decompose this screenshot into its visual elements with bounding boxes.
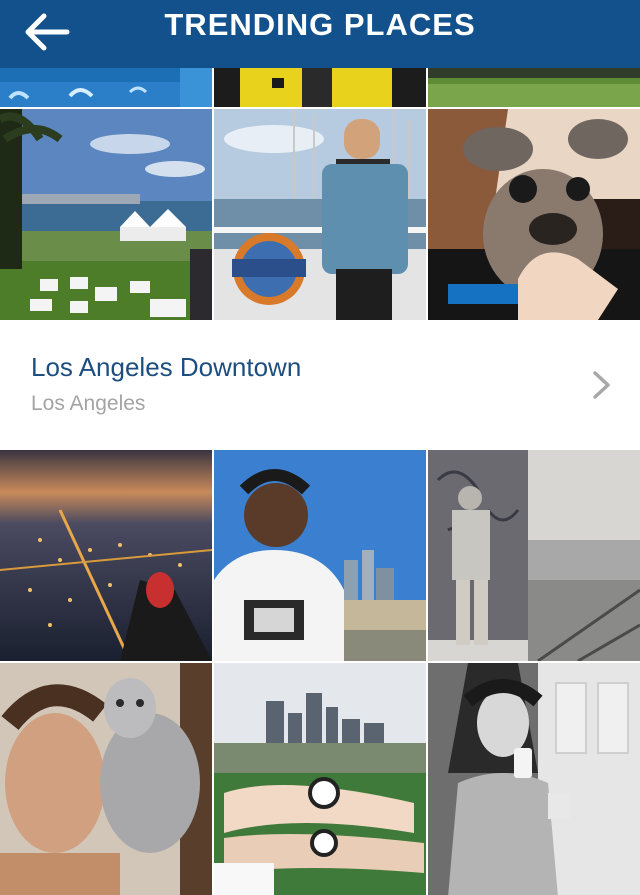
photo-tile[interactable] (0, 663, 212, 895)
chevron-right-icon (593, 371, 610, 399)
photo-tile[interactable] (214, 109, 426, 320)
photo-tile[interactable] (0, 68, 212, 107)
photo-tile[interactable] (214, 68, 426, 107)
place-list-item[interactable]: Los Angeles Downtown Los Angeles (0, 322, 640, 450)
photo-tile[interactable] (214, 663, 426, 895)
place-name: Los Angeles Downtown (31, 352, 302, 382)
photo-grid-top (0, 68, 640, 320)
photo-tile[interactable] (0, 109, 212, 320)
photo-tile[interactable] (214, 450, 426, 661)
page-title: TRENDING PLACES (164, 7, 476, 42)
photo-tile[interactable] (428, 450, 640, 661)
place-city: Los Angeles (31, 392, 146, 415)
photo-tile[interactable] (428, 109, 640, 320)
photo-tile[interactable] (428, 68, 640, 107)
photo-tile[interactable] (0, 450, 212, 661)
photo-tile[interactable] (428, 663, 640, 895)
photo-grid-bottom (0, 450, 640, 895)
app-header: TRENDING PLACES (0, 0, 640, 68)
